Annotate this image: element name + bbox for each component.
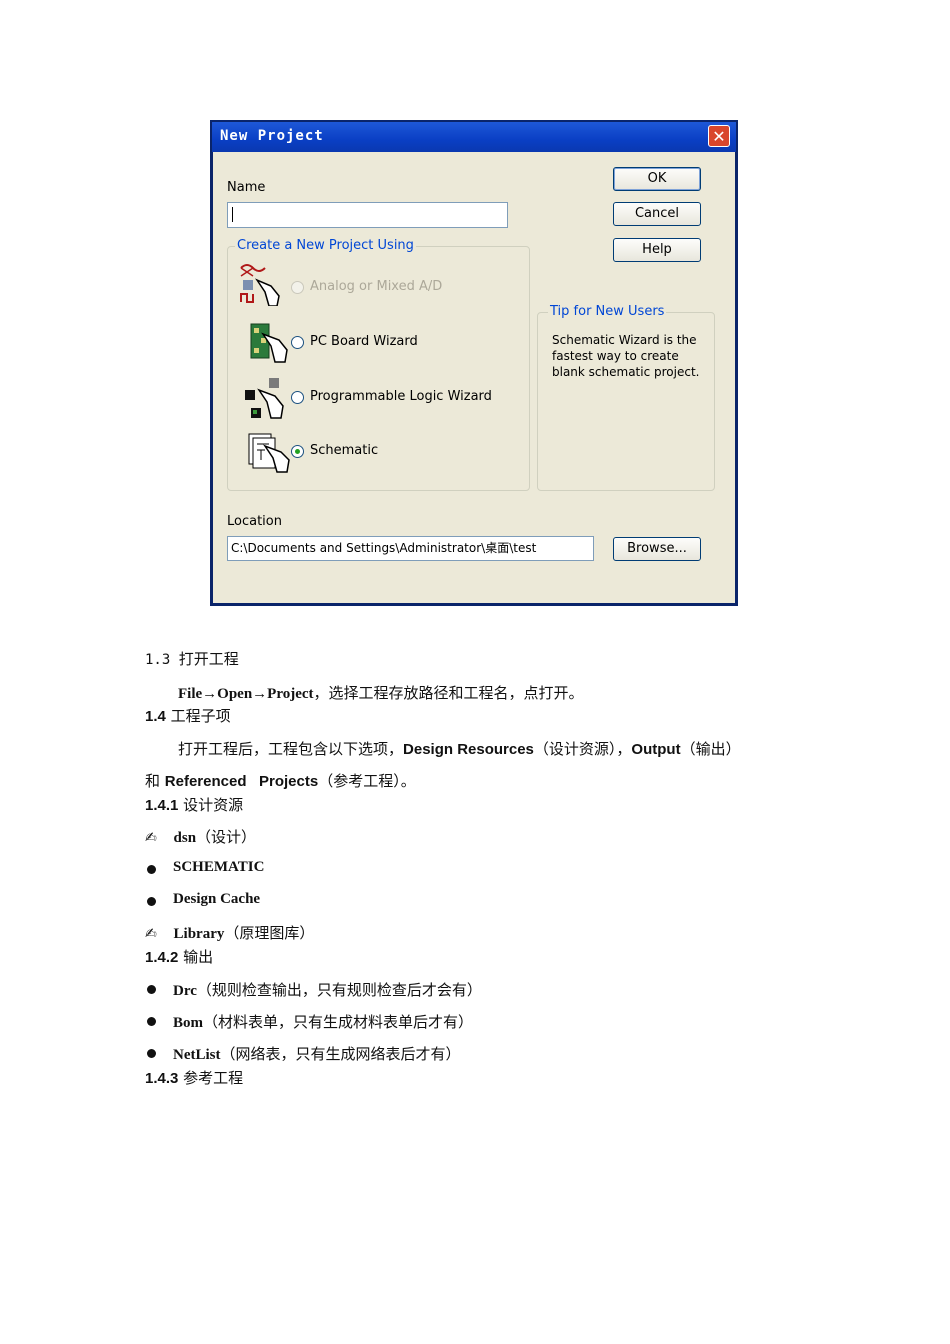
name-input[interactable] <box>227 202 508 228</box>
list-item-drc: Drc（规则检查输出，只有规则检查后才会有） <box>173 979 482 1000</box>
dialog-title: New Project <box>220 128 324 144</box>
list-item-library: ✍ Library（原理图库） <box>145 922 314 943</box>
browse-button[interactable]: Browse... <box>613 537 701 561</box>
list-item-dsn: ✍ dsn（设计） <box>145 826 256 847</box>
paragraph-text: （参考工程）。 <box>318 772 416 790</box>
schematic-option-label[interactable]: Schematic <box>310 443 378 458</box>
close-button[interactable]: ✕ <box>708 125 730 147</box>
section-number: 1.3 <box>145 652 171 668</box>
section-title: 设计资源 <box>183 796 244 814</box>
section-1-4-heading: 1.4 工程子项 <box>145 705 231 726</box>
section-1-3-heading: 1.3 打开工程 <box>145 648 239 669</box>
item-name: NetList <box>173 1047 221 1063</box>
bullet-icon <box>147 865 156 874</box>
help-button[interactable]: Help <box>613 238 701 262</box>
section-title: 输出 <box>183 948 214 966</box>
paragraph-text: （输出） <box>680 740 741 758</box>
section-title: 打开工程 <box>178 650 239 668</box>
create-project-group-label: Create a New Project Using <box>235 238 416 253</box>
section-title: 参考工程 <box>183 1069 244 1087</box>
new-project-dialog: New Project ✕ Name OK Cancel Help Create… <box>210 120 738 606</box>
analog-wizard-icon <box>240 264 280 306</box>
section-1-4-2-heading: 1.4.2 输出 <box>145 946 213 967</box>
location-input[interactable]: C:\Documents and Settings\Administrator\… <box>227 536 594 561</box>
paragraph-text: ，选择工程存放路径和工程名，点打开。 <box>313 684 584 702</box>
section-number: 1.4.2 <box>145 949 179 966</box>
pen-icon: ✍ <box>145 926 157 942</box>
close-icon: ✕ <box>712 127 726 146</box>
item-desc: （网络表，只有生成网络表后才有） <box>220 1045 461 1063</box>
section-title: 工程子项 <box>170 707 231 725</box>
term-output: Output <box>631 741 681 758</box>
item-desc: （原理图库） <box>224 924 315 942</box>
location-label: Location <box>227 514 282 529</box>
item-desc: （材料表单，只有生成材料表单后才有） <box>203 1013 474 1031</box>
paragraph-text: 打开工程后，工程包含以下选项， <box>178 740 404 758</box>
bullet-icon <box>147 1049 156 1058</box>
dialog-titlebar[interactable]: New Project ✕ <box>212 122 736 152</box>
paragraph-text: （设计资源）， <box>533 740 632 758</box>
item-name: Bom <box>173 1015 203 1031</box>
bullet-icon <box>147 897 156 906</box>
project-items-paragraph-line2: 和 Referenced Projects（参考工程）。 <box>145 770 416 791</box>
item-name: Library <box>173 926 225 942</box>
analog-radio <box>291 281 304 294</box>
pcb-wizard-icon <box>250 323 288 363</box>
pld-option-label[interactable]: Programmable Logic Wizard <box>310 389 492 404</box>
schematic-icon <box>248 433 290 473</box>
pcb-option-label[interactable]: PC Board Wizard <box>310 334 418 349</box>
list-item-bom: Bom（材料表单，只有生成材料表单后才有） <box>173 1011 473 1032</box>
item-name: Drc <box>173 983 197 999</box>
schematic-radio[interactable] <box>291 445 304 458</box>
menu-path: File→Open→Project <box>178 686 314 702</box>
cancel-button[interactable]: Cancel <box>613 202 701 226</box>
section-number: 1.4 <box>145 708 166 725</box>
section-1-4-1-heading: 1.4.1 设计资源 <box>145 794 243 815</box>
term-design-resources: Design Resources <box>403 741 534 758</box>
ok-button[interactable]: OK <box>613 167 701 191</box>
dialog-body: Name OK Cancel Help Create a New Project… <box>213 152 735 603</box>
section-1-4-3-heading: 1.4.3 参考工程 <box>145 1067 243 1088</box>
analog-option-label: Analog or Mixed A/D <box>310 279 443 294</box>
paragraph-text: 和 <box>145 772 165 790</box>
list-item-design-cache: Design Cache <box>173 891 261 907</box>
open-project-paragraph: File→Open→Project，选择工程存放路径和工程名，点打开。 <box>178 682 584 703</box>
name-label: Name <box>227 180 266 195</box>
section-number: 1.4.1 <box>145 797 179 814</box>
section-number: 1.4.3 <box>145 1070 179 1087</box>
pld-radio[interactable] <box>291 391 304 404</box>
pcb-radio[interactable] <box>291 336 304 349</box>
pld-wizard-icon <box>245 378 284 419</box>
item-name: dsn <box>173 830 197 846</box>
item-desc: （设计） <box>196 828 257 846</box>
list-item-schematic: SCHEMATIC <box>173 859 265 875</box>
tip-group-label: Tip for New Users <box>548 304 667 319</box>
text-cursor <box>232 207 233 222</box>
pen-icon: ✍ <box>145 830 157 846</box>
term-referenced-projects: Referenced Projects <box>164 773 319 790</box>
project-items-paragraph-line1: 打开工程后，工程包含以下选项，Design Resources（设计资源），Ou… <box>178 738 741 759</box>
bullet-icon <box>147 1017 156 1026</box>
item-desc: （规则检查输出，只有规则检查后才会有） <box>196 981 482 999</box>
tip-text: Schematic Wizard is the fastest way to c… <box>552 333 700 379</box>
bullet-icon <box>147 985 156 994</box>
list-item-netlist: NetList（网络表，只有生成网络表后才有） <box>173 1043 461 1064</box>
